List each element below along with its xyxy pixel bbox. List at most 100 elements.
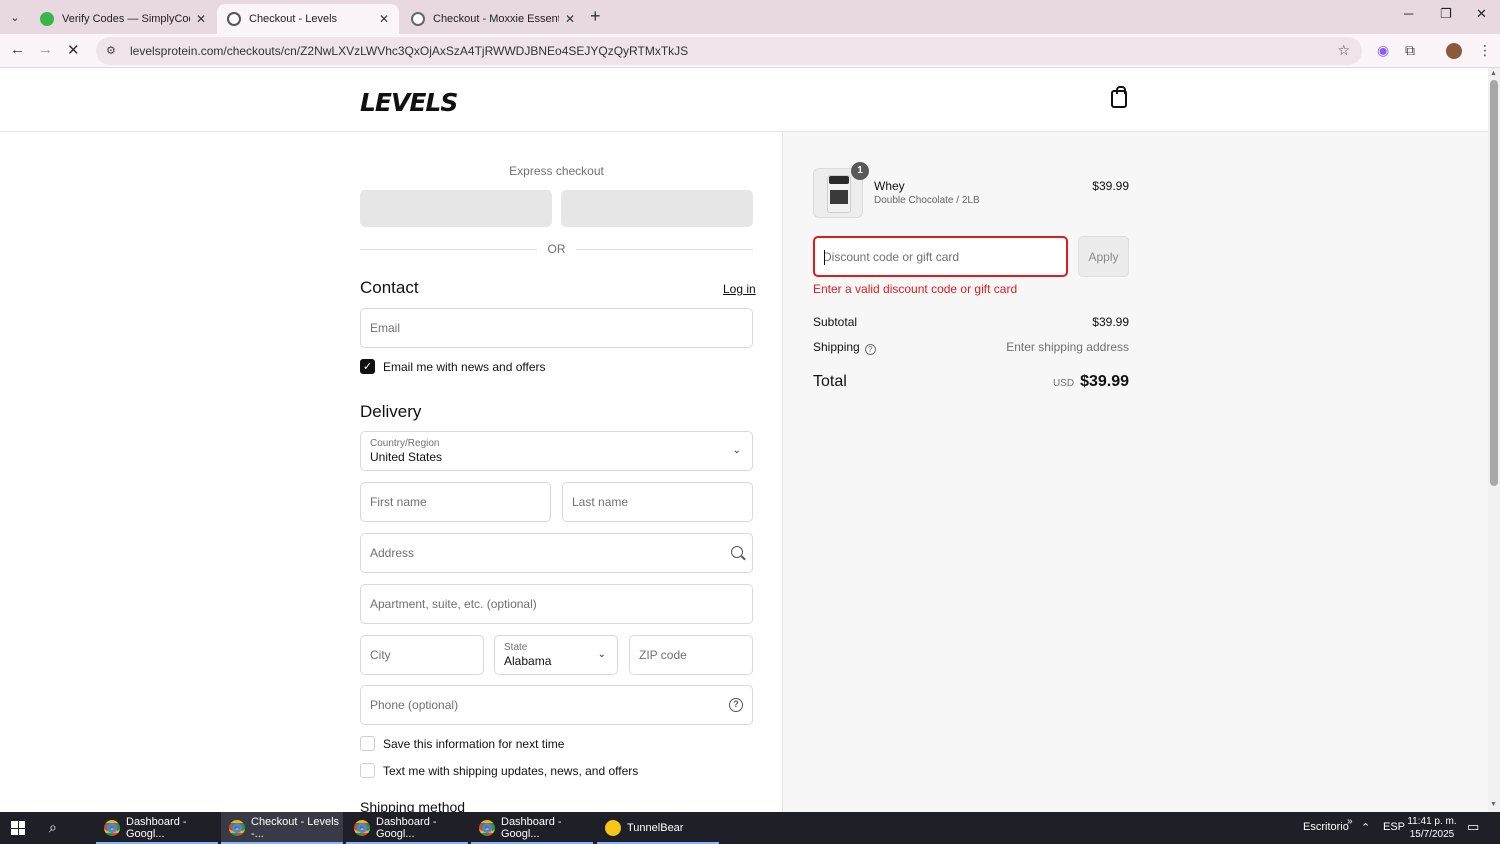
notifications-icon[interactable]: ▭ (1467, 819, 1479, 835)
desktop-toolbar-label[interactable]: Escritorio (1303, 821, 1349, 833)
back-icon[interactable]: ← (10, 41, 25, 58)
tab-verify-codes[interactable]: Verify Codes — SimplyCodes ✕ (30, 4, 216, 34)
shipping-method-heading: Shipping method (360, 799, 466, 812)
help-question-icon[interactable]: ? (729, 698, 743, 712)
input-language[interactable]: ESP (1383, 821, 1405, 833)
address-field[interactable] (360, 533, 753, 573)
protein-jar-image (827, 175, 851, 213)
extensions-puzzle-icon[interactable]: ⧉ (1405, 42, 1415, 59)
first-name-input[interactable] (370, 495, 541, 509)
first-name-field[interactable] (360, 482, 551, 522)
scroll-up-arrow-icon[interactable]: ▲ (1490, 70, 1497, 77)
taskbar-item-tunnelbear[interactable]: TunnelBear (597, 812, 719, 844)
info-question-icon[interactable]: ? (864, 344, 876, 355)
jar-lid (829, 176, 849, 184)
taskbar-item-dashboard-2[interactable]: Dashboard - Googl... (346, 812, 468, 844)
tab-checkout-levels[interactable]: Checkout - Levels ✕ (217, 4, 399, 34)
system-clock[interactable]: 11:41 p. m. 15/7/2025 (1404, 815, 1460, 841)
checkout-page: LEVELS Express checkout OR Contact Log i… (0, 68, 1488, 812)
column-divider (782, 132, 783, 812)
shopping-bag-icon[interactable] (1111, 86, 1127, 108)
apartment-field[interactable] (360, 584, 753, 624)
close-tab-icon[interactable]: ✕ (196, 12, 206, 26)
news-offers-row[interactable]: ✓ Email me with news and offers (360, 359, 546, 374)
chrome-icon (479, 820, 495, 836)
scrollbar-thumb[interactable] (1490, 80, 1498, 486)
tab-checkout-moxxie[interactable]: Checkout - Moxxie Essential Ca ✕ (401, 4, 585, 34)
last-name-input[interactable] (572, 495, 743, 509)
site-info-icon[interactable]: ⚙ (106, 44, 120, 58)
email-input[interactable] (370, 321, 743, 335)
tab-search-chevron-icon[interactable]: ⌄ (4, 6, 26, 28)
delivery-heading: Delivery (360, 402, 422, 421)
search-icon[interactable]: ⌕ (49, 819, 57, 836)
close-window-icon[interactable]: ✕ (1476, 6, 1487, 22)
text-me-row[interactable]: Text me with shipping updates, news, and… (360, 763, 638, 778)
close-tab-icon[interactable]: ✕ (565, 12, 575, 26)
product-price: $39.99 (1092, 179, 1129, 193)
restore-icon[interactable]: ❐ (1440, 6, 1452, 22)
log-in-link[interactable]: Log in (723, 282, 756, 296)
apply-discount-button[interactable]: Apply (1078, 236, 1129, 277)
taskbar-item-label: Dashboard - Googl... (501, 816, 562, 840)
phone-field[interactable]: ? (360, 685, 753, 725)
chrome-icon (354, 820, 370, 836)
apartment-input[interactable] (370, 597, 743, 611)
save-info-row[interactable]: Save this information for next time (360, 736, 564, 751)
tab-title: Verify Codes — SimplyCodes (62, 13, 190, 25)
product-name: Whey (874, 179, 905, 193)
address-input[interactable] (370, 546, 743, 560)
express-pay-button-1[interactable] (360, 190, 552, 227)
save-info-checkbox[interactable] (360, 736, 375, 751)
address-bar[interactable]: ⚙ levelsprotein.com/checkouts/cn/Z2NwLXV… (96, 37, 1362, 65)
express-pay-button-2[interactable] (561, 190, 753, 227)
extension-purple-icon[interactable]: ◉ (1377, 42, 1389, 59)
chevron-down-icon: ⌄ (732, 445, 741, 456)
browser-menu-icon[interactable]: ⋮ (1478, 42, 1492, 59)
email-field[interactable] (360, 308, 753, 348)
bookmark-star-icon[interactable]: ☆ (1337, 42, 1350, 59)
text-cursor (824, 250, 825, 265)
discount-input[interactable] (823, 249, 1058, 264)
browser-toolbar: ← → ✕ ⚙ levelsprotein.com/checkouts/cn/Z… (0, 34, 1500, 68)
quantity-badge: 1 (851, 162, 869, 180)
news-offers-checkbox[interactable]: ✓ (360, 359, 375, 374)
text-me-checkbox[interactable] (360, 763, 375, 778)
profile-avatar[interactable] (1446, 43, 1462, 59)
browser-tab-bar: ⌄ Verify Codes — SimplyCodes ✕ Checkout … (0, 0, 1500, 34)
phone-input[interactable] (370, 698, 743, 712)
url-text: levelsprotein.com/checkouts/cn/Z2NwLXVzL… (130, 44, 689, 58)
clock-date: 15/7/2025 (1409, 829, 1455, 840)
contact-heading: Contact (360, 278, 419, 297)
scroll-down-arrow-icon[interactable]: ▼ (1490, 801, 1497, 808)
show-hidden-icons-chevron-icon[interactable]: ⌃ (1361, 821, 1370, 834)
taskbar-item-dashboard-3[interactable]: Dashboard - Googl... (471, 812, 593, 844)
windows-start-icon[interactable] (11, 821, 25, 835)
forward-icon[interactable]: → (38, 41, 53, 58)
country-select[interactable]: Country/Region United States ⌄ (360, 431, 753, 471)
windows-taskbar: ⌕ Dashboard - Googl... Checkout - Levels… (0, 812, 1500, 844)
chevron-down-icon: ⌄ (597, 649, 606, 660)
levels-logo[interactable]: LEVELS (360, 88, 458, 117)
city-input[interactable] (370, 648, 474, 662)
clock-time: 11:41 p. m. (1407, 816, 1457, 827)
chrome-icon (229, 820, 245, 836)
zip-field[interactable] (629, 635, 753, 675)
save-info-label: Save this information for next time (383, 736, 565, 751)
total-value: $39.99 (1080, 373, 1129, 390)
toolbar-expand-icon[interactable]: » (1347, 816, 1353, 827)
minimize-icon[interactable]: ─ (1404, 6, 1413, 21)
close-tab-icon[interactable]: ✕ (379, 12, 389, 26)
stop-loading-icon[interactable]: ✕ (67, 41, 80, 59)
discount-field[interactable] (813, 236, 1068, 277)
store-header: LEVELS (0, 68, 1488, 132)
new-tab-icon[interactable]: + (590, 6, 601, 27)
state-select[interactable]: State Alabama ⌄ (494, 635, 618, 675)
tab-title: Checkout - Moxxie Essential Ca (433, 13, 559, 25)
last-name-field[interactable] (562, 482, 753, 522)
taskbar-item-dashboard-1[interactable]: Dashboard - Googl... (96, 812, 218, 844)
taskbar-item-checkout-levels[interactable]: Checkout - Levels -... (221, 812, 343, 844)
city-field[interactable] (360, 635, 484, 675)
zip-input[interactable] (639, 648, 743, 662)
search-icon (731, 546, 743, 558)
